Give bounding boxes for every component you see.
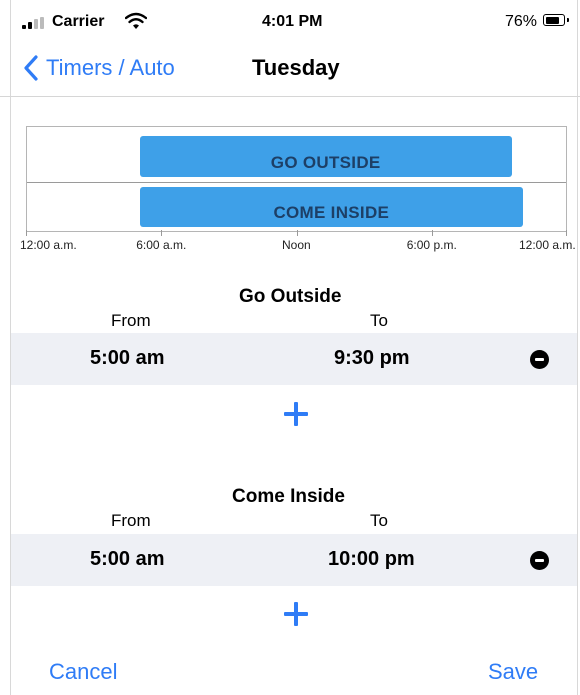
timeline-bar-go-outside: GO OUTSIDE (139, 136, 512, 177)
timeline-bar-label: COME INSIDE (273, 203, 390, 222)
timeline-tick (566, 230, 567, 236)
time-range-row-go-outside: 5:00 am 9:30 pm (11, 333, 577, 385)
remove-range-icon[interactable] (530, 350, 549, 369)
schedule-timeline-chart: GO OUTSIDE COME INSIDE (26, 126, 567, 232)
frame-border-right (577, 0, 578, 695)
to-time-value[interactable]: 10:00 pm (328, 548, 415, 571)
timeline-tick-label: 12:00 a.m. (20, 238, 77, 252)
timeline-divider (27, 182, 566, 183)
section-title-go-outside: Go Outside (239, 286, 342, 307)
status-bar: Carrier 4:01 PM 76% (0, 0, 580, 40)
add-range-plus-icon[interactable] (284, 402, 308, 426)
signal-strength-icon (22, 17, 44, 29)
wifi-icon (125, 12, 147, 29)
from-time-value[interactable]: 5:00 am (90, 548, 165, 571)
timeline-bar-come-inside: COME INSIDE (139, 187, 523, 227)
page-title: Tuesday (252, 55, 340, 80)
from-label: From (111, 311, 151, 330)
back-button[interactable]: Timers / Auto (22, 54, 175, 82)
timeline-tick-label: 12:00 a.m. (519, 238, 576, 252)
timeline-tick-label: Noon (282, 238, 311, 252)
add-range-plus-icon[interactable] (284, 602, 308, 626)
navigation-bar: Timers / Auto Tuesday (0, 40, 580, 97)
timeline-tick (26, 230, 27, 236)
timeline-tick (431, 230, 433, 236)
timeline-tick-label: 6:00 a.m. (136, 238, 187, 252)
battery-icon (543, 14, 569, 26)
battery-percent: 76% (505, 13, 538, 30)
to-label: To (370, 511, 388, 530)
timeline-tick (161, 230, 163, 236)
chevron-left-icon (24, 55, 38, 81)
remove-range-icon[interactable] (530, 551, 549, 570)
to-label: To (370, 311, 388, 330)
time-range-row-come-inside: 5:00 am 10:00 pm (11, 534, 577, 586)
section-title-come-inside: Come Inside (232, 486, 345, 507)
back-button-label: Timers / Auto (46, 55, 175, 80)
save-button[interactable]: Save (488, 659, 538, 685)
timeline-tick-label: 6:00 p.m. (406, 238, 457, 252)
timeline-tick (296, 230, 298, 236)
cancel-button[interactable]: Cancel (49, 659, 117, 685)
from-label: From (111, 511, 151, 530)
to-time-value[interactable]: 9:30 pm (334, 347, 410, 370)
carrier-name: Carrier (52, 13, 105, 30)
status-time: 4:01 PM (262, 13, 323, 30)
timeline-bar-label: GO OUTSIDE (270, 153, 381, 172)
from-time-value[interactable]: 5:00 am (90, 347, 165, 370)
